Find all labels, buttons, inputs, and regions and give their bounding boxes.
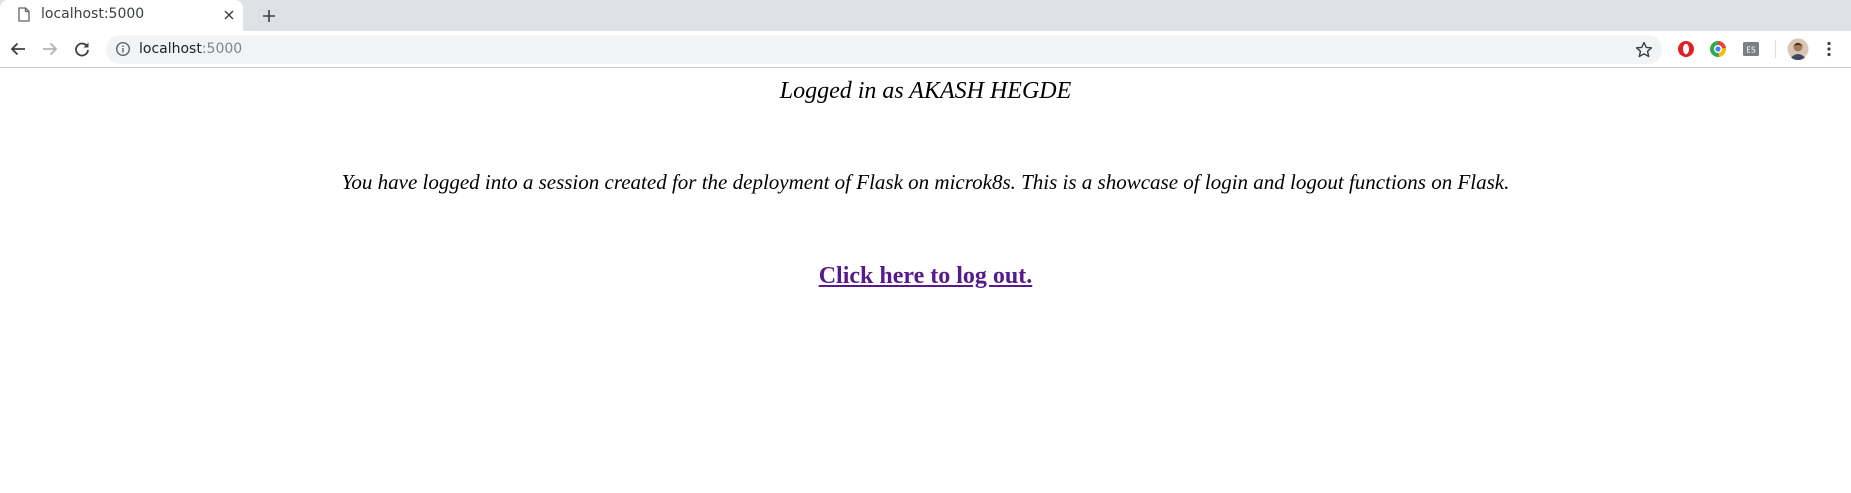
toolbar-divider (1775, 40, 1776, 58)
info-icon[interactable] (115, 41, 131, 57)
address-bar[interactable]: localhost:5000 (106, 35, 1662, 64)
url-text[interactable]: localhost:5000 (139, 41, 242, 57)
es-extension-label: ES (1746, 46, 1756, 55)
tab-title: localhost:5000 (41, 6, 145, 22)
chrome-sync-extension-icon[interactable] (1709, 40, 1727, 58)
star-icon[interactable] (1634, 40, 1654, 60)
back-arrow-icon[interactable] (6, 37, 30, 61)
browser-tab[interactable]: localhost:5000 (0, 0, 243, 31)
session-description: You have logged into a session created f… (341, 170, 1510, 194)
page-icon (18, 7, 30, 22)
url-port: :5000 (201, 41, 243, 57)
url-host: localhost (139, 41, 202, 57)
avatar[interactable] (1787, 38, 1809, 61)
forward-arrow-icon[interactable] (38, 37, 62, 61)
browser-toolbar: localhost:5000 ES (0, 31, 1851, 68)
es-extension-icon[interactable]: ES (1742, 40, 1760, 58)
kebab-menu-icon[interactable] (1820, 40, 1838, 58)
logout-link-container: Click here to log out. (0, 261, 1851, 291)
reload-icon[interactable] (70, 37, 94, 61)
page-content: Logged in as AKASH HEGDE You have logged… (0, 69, 1851, 493)
plus-icon[interactable] (257, 4, 281, 28)
logout-link[interactable]: Click here to log out. (819, 263, 1033, 289)
logged-in-heading: Logged in as AKASH HEGDE (779, 78, 1072, 104)
tab-strip: localhost:5000 (0, 0, 1851, 31)
opera-extension-icon[interactable] (1677, 40, 1695, 58)
close-icon[interactable] (221, 7, 237, 23)
